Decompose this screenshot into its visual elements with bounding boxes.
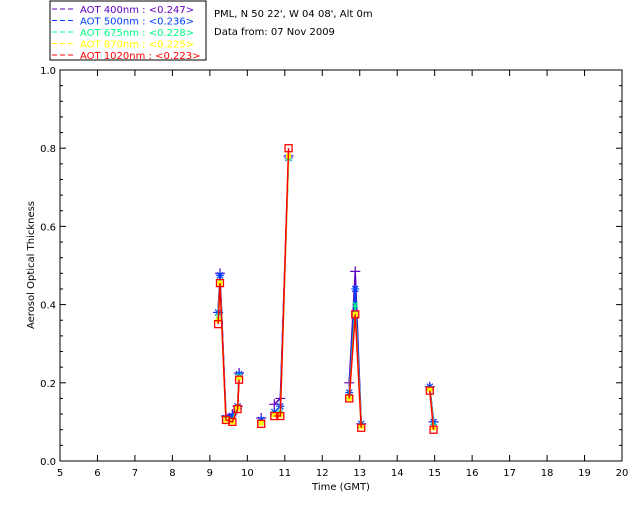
x-tick-label: 19 <box>578 468 591 479</box>
y-tick-label: 0.0 <box>40 457 56 468</box>
series-line <box>217 283 240 423</box>
y-tick-label: 0.6 <box>40 222 56 233</box>
legend-entry: AOT 400nm : <0.247> <box>80 5 194 16</box>
series-4 <box>213 144 438 434</box>
x-tick-label: 12 <box>316 468 329 479</box>
x-tick-label: 8 <box>169 468 175 479</box>
series-3 <box>215 153 437 431</box>
x-tick-label: 7 <box>132 468 138 479</box>
x-tick-label: 15 <box>428 468 441 479</box>
series-layer <box>213 144 439 434</box>
x-tick-label: 10 <box>241 468 254 479</box>
legend-entry: AOT 500nm : <0.236> <box>80 17 194 28</box>
plot-frame <box>59 69 623 462</box>
y-tick-label: 0.4 <box>40 301 56 312</box>
legend-entry: AOT 870nm : <0.225> <box>80 40 194 51</box>
date-label: Data from: 07 Nov 2009 <box>214 27 335 38</box>
series-1 <box>214 153 438 428</box>
series-line <box>274 148 290 417</box>
site-label: PML, N 50 22', W 04 08', Alt 0m <box>214 9 373 20</box>
legend: AOT 400nm : <0.247>AOT 500nm : <0.236>AO… <box>49 0 207 62</box>
x-tick-label: 18 <box>541 468 554 479</box>
legend-entry: AOT 1020nm : <0.223> <box>80 51 200 62</box>
legend-entry: AOT 675nm : <0.228> <box>80 28 194 39</box>
data-point <box>258 420 264 426</box>
x-tick-label: 11 <box>278 468 291 479</box>
y-tick-label: 0.8 <box>40 144 56 155</box>
data-point <box>350 266 361 277</box>
x-tick-label: 6 <box>94 468 100 479</box>
x-tick-label: 17 <box>503 468 516 479</box>
x-tick-label: 20 <box>616 468 629 479</box>
data-point <box>351 284 360 293</box>
x-axis: 5 6 7 8 9 10 11 12 13 14 15 16 17 18 19 20 <box>57 70 629 479</box>
x-tick-label: 9 <box>207 468 213 479</box>
series-0 <box>213 151 439 429</box>
data-point <box>215 271 224 280</box>
y-tick-label: 1.0 <box>40 66 56 77</box>
y-axis-label: Aerosol Optical Thickness <box>26 201 37 329</box>
y-tick-label: 0.2 <box>40 379 56 390</box>
x-tick-label: 5 <box>57 468 63 479</box>
x-axis-label: Time (GMT) <box>311 482 370 493</box>
series-2 <box>215 155 437 429</box>
y-axis: 0.0 0.2 0.4 0.6 0.8 1.0 <box>40 66 622 468</box>
x-tick-label: 14 <box>391 468 404 479</box>
x-tick-label: 13 <box>353 468 366 479</box>
aot-chart: AOT 400nm : <0.247>AOT 500nm : <0.236>AO… <box>26 0 629 493</box>
x-tick-label: 16 <box>466 468 479 479</box>
